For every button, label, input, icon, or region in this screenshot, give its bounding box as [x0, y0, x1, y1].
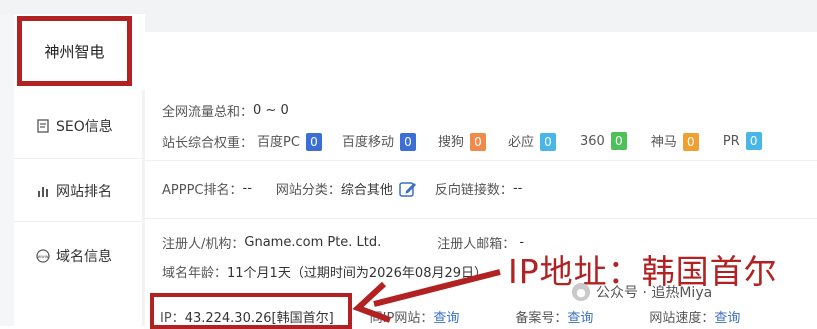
icp-label: 备案号：: [515, 311, 568, 326]
edit-icon[interactable]: [399, 180, 417, 198]
weight-badge: 0: [399, 133, 416, 151]
www-icon: www: [36, 249, 50, 263]
top-band: [0, 0, 817, 14]
watermark-text: 公众号 · 追热Miya: [596, 285, 713, 301]
backlinks-value: --: [512, 181, 523, 196]
sidebar-item-label: SEO信息: [56, 119, 113, 135]
annotation-arrow-icon: [352, 269, 501, 323]
age-value: 11个月1天: [227, 266, 291, 281]
engine-shenma: 神马 0: [651, 131, 699, 151]
engine-name: 神马: [650, 135, 677, 150]
weight-badge: 0: [539, 133, 556, 151]
engine-name: PR: [722, 134, 740, 149]
sidebar-separator: [14, 158, 142, 159]
svg-text:www: www: [37, 255, 48, 260]
sidebar-item-label: 域名信息: [56, 249, 112, 265]
age-label: 域名年龄：: [162, 266, 228, 281]
sidebar-item-ranking[interactable]: 网站排名: [36, 179, 112, 203]
left-gutter: [0, 14, 14, 326]
sidebar-item-seo[interactable]: SEO信息: [36, 114, 113, 138]
weight-row: 站长综合权重： 百度PC 0 百度移动 0 搜狗 0 必应 0 360 0 神马 0 PR 0: [162, 131, 762, 151]
traffic-value: 0 ~ 0: [253, 103, 289, 118]
traffic-row: 全网流量总和： 0 ~ 0: [162, 101, 289, 120]
bar-chart-icon: [36, 184, 50, 198]
engine-sogou: 搜狗 0: [438, 131, 486, 151]
engine-name: 百度PC: [257, 135, 300, 150]
traffic-label: 全网流量总和：: [162, 105, 254, 120]
email-label: 注册人邮箱：: [437, 237, 516, 252]
engine-360: 360 0: [580, 132, 627, 150]
apppc-label: APPPC排名：: [162, 183, 243, 198]
site-name-highlight-box: 神州智电: [17, 16, 132, 86]
sidebar-divider: [142, 90, 145, 326]
section-separator: [145, 160, 817, 161]
wechat-icon: ●: [572, 283, 590, 301]
speed-query-link[interactable]: 查询: [714, 307, 740, 326]
category-label: 网站分类：: [275, 183, 341, 198]
weight-badge: 0: [610, 132, 627, 150]
registrant-value: Gname.com Pte. Ltd.: [244, 235, 382, 250]
section-separator: [145, 218, 817, 219]
icp-query-link[interactable]: 查询: [567, 307, 593, 326]
backlinks-label: 反向链接数：: [434, 183, 513, 198]
weight-badge: 0: [682, 133, 699, 151]
weight-label: 站长综合权重：: [162, 135, 254, 151]
engine-name: 百度移动: [341, 135, 394, 150]
registrant-row: 注册人/机构： Gname.com Pte. Ltd. 注册人邮箱： -: [162, 233, 524, 252]
speed-label: 网站速度：: [649, 311, 715, 326]
weight-badge: 0: [305, 133, 322, 151]
engine-name: 360: [579, 134, 605, 149]
engine-bing: 必应 0: [508, 131, 556, 151]
header-band: [145, 14, 817, 32]
sidebar-item-label: 网站排名: [56, 184, 112, 200]
watermark: ● 公众号 · 追热Miya: [572, 282, 712, 302]
sidebar-separator: [14, 221, 142, 222]
engine-name: 必应: [507, 135, 534, 150]
engine-baidu-pc: 百度PC 0: [257, 131, 322, 151]
weight-badge: 0: [469, 133, 486, 151]
site-name: 神州智电: [44, 42, 105, 61]
ip-highlight-box: [150, 293, 352, 329]
registrant-label: 注册人/机构：: [162, 237, 245, 252]
engine-baidu-mobile: 百度移动 0: [342, 131, 416, 151]
engine-name: 搜狗: [437, 135, 464, 150]
ranking-row: APPPC排名： -- 网站分类： 综合其他 反向链接数： --: [162, 179, 522, 198]
engine-pr: PR 0: [723, 132, 762, 150]
weight-badge: 0: [745, 132, 762, 150]
apppc-value: --: [242, 181, 252, 196]
document-icon: [36, 119, 50, 133]
sidebar-item-domain[interactable]: www 域名信息: [36, 244, 112, 268]
category-value: 综合其他: [340, 183, 393, 198]
